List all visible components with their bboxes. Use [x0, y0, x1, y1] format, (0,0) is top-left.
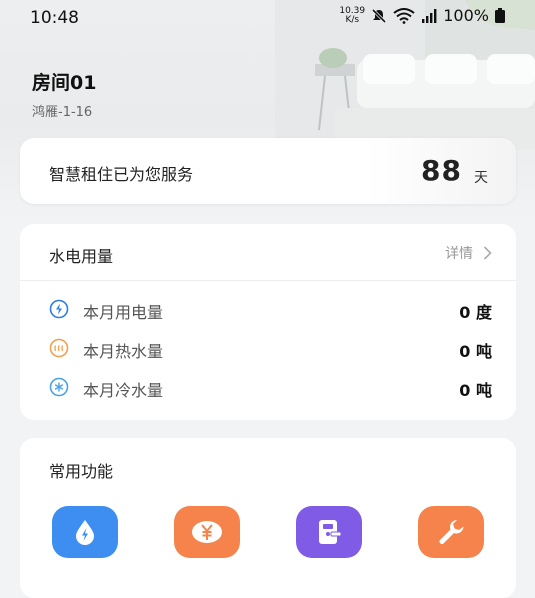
wifi-icon: [393, 7, 415, 24]
utility-value: 0 吨: [459, 342, 492, 361]
electricity-icon: [49, 299, 69, 319]
service-days-unit: 天: [474, 170, 488, 186]
utilities-title: 水电用量: [49, 247, 114, 266]
cold-water-icon: [49, 377, 69, 397]
hot-water-icon: [49, 338, 69, 358]
wrench-icon: [439, 520, 464, 544]
functions-card: 常用功能: [20, 438, 516, 598]
room-title: 房间01: [32, 72, 97, 94]
utility-value: 0 度: [459, 303, 492, 322]
battery-icon: [495, 8, 505, 23]
service-days-value: 88: [421, 154, 462, 187]
yuan-icon: [192, 521, 222, 543]
network-speed-unit: K/s: [345, 14, 360, 25]
utility-row-hot-water: 本月热水量 0 吨: [20, 335, 516, 361]
utilities-detail-link[interactable]: 详情: [445, 243, 492, 263]
function-repair-button[interactable]: [418, 506, 484, 558]
function-door-lock-button[interactable]: [296, 506, 362, 558]
service-text: 智慧租住已为您服务: [49, 165, 194, 184]
service-days-card: 智慧租住已为您服务 88 天: [20, 138, 516, 204]
utility-value: 0 吨: [459, 381, 492, 400]
functions-title: 常用功能: [49, 462, 114, 481]
utility-label: 本月冷水量: [83, 381, 164, 400]
function-payment-button[interactable]: [174, 506, 240, 558]
status-icons: 10.39 K/s 100%: [339, 6, 505, 25]
network-speed: 10.39 K/s: [339, 6, 365, 25]
utilities-card: 水电用量 详情 本月用电量 0 度 本月热水量 0 吨 本月冷水量 0 吨: [20, 224, 516, 420]
signal-icon: [422, 8, 437, 23]
divider: [20, 280, 516, 281]
utilities-detail-label: 详情: [445, 246, 473, 262]
utility-label: 本月热水量: [83, 342, 164, 361]
battery-percent: 100%: [443, 6, 489, 25]
utility-label: 本月用电量: [83, 303, 164, 322]
room-subtitle: 鸿雁-1-16: [32, 105, 93, 120]
chevron-right-icon: [483, 246, 492, 260]
water-drop-icon: [76, 520, 94, 545]
status-time: 10:48: [30, 8, 79, 28]
utility-row-electricity: 本月用电量 0 度: [20, 296, 516, 322]
utility-row-cold-water: 本月冷水量 0 吨: [20, 374, 516, 400]
function-water-button[interactable]: [52, 506, 118, 558]
mute-icon: [372, 8, 387, 23]
status-bar: 10:48 10.39 K/s 100%: [0, 0, 535, 36]
door-lock-icon: [319, 520, 342, 544]
